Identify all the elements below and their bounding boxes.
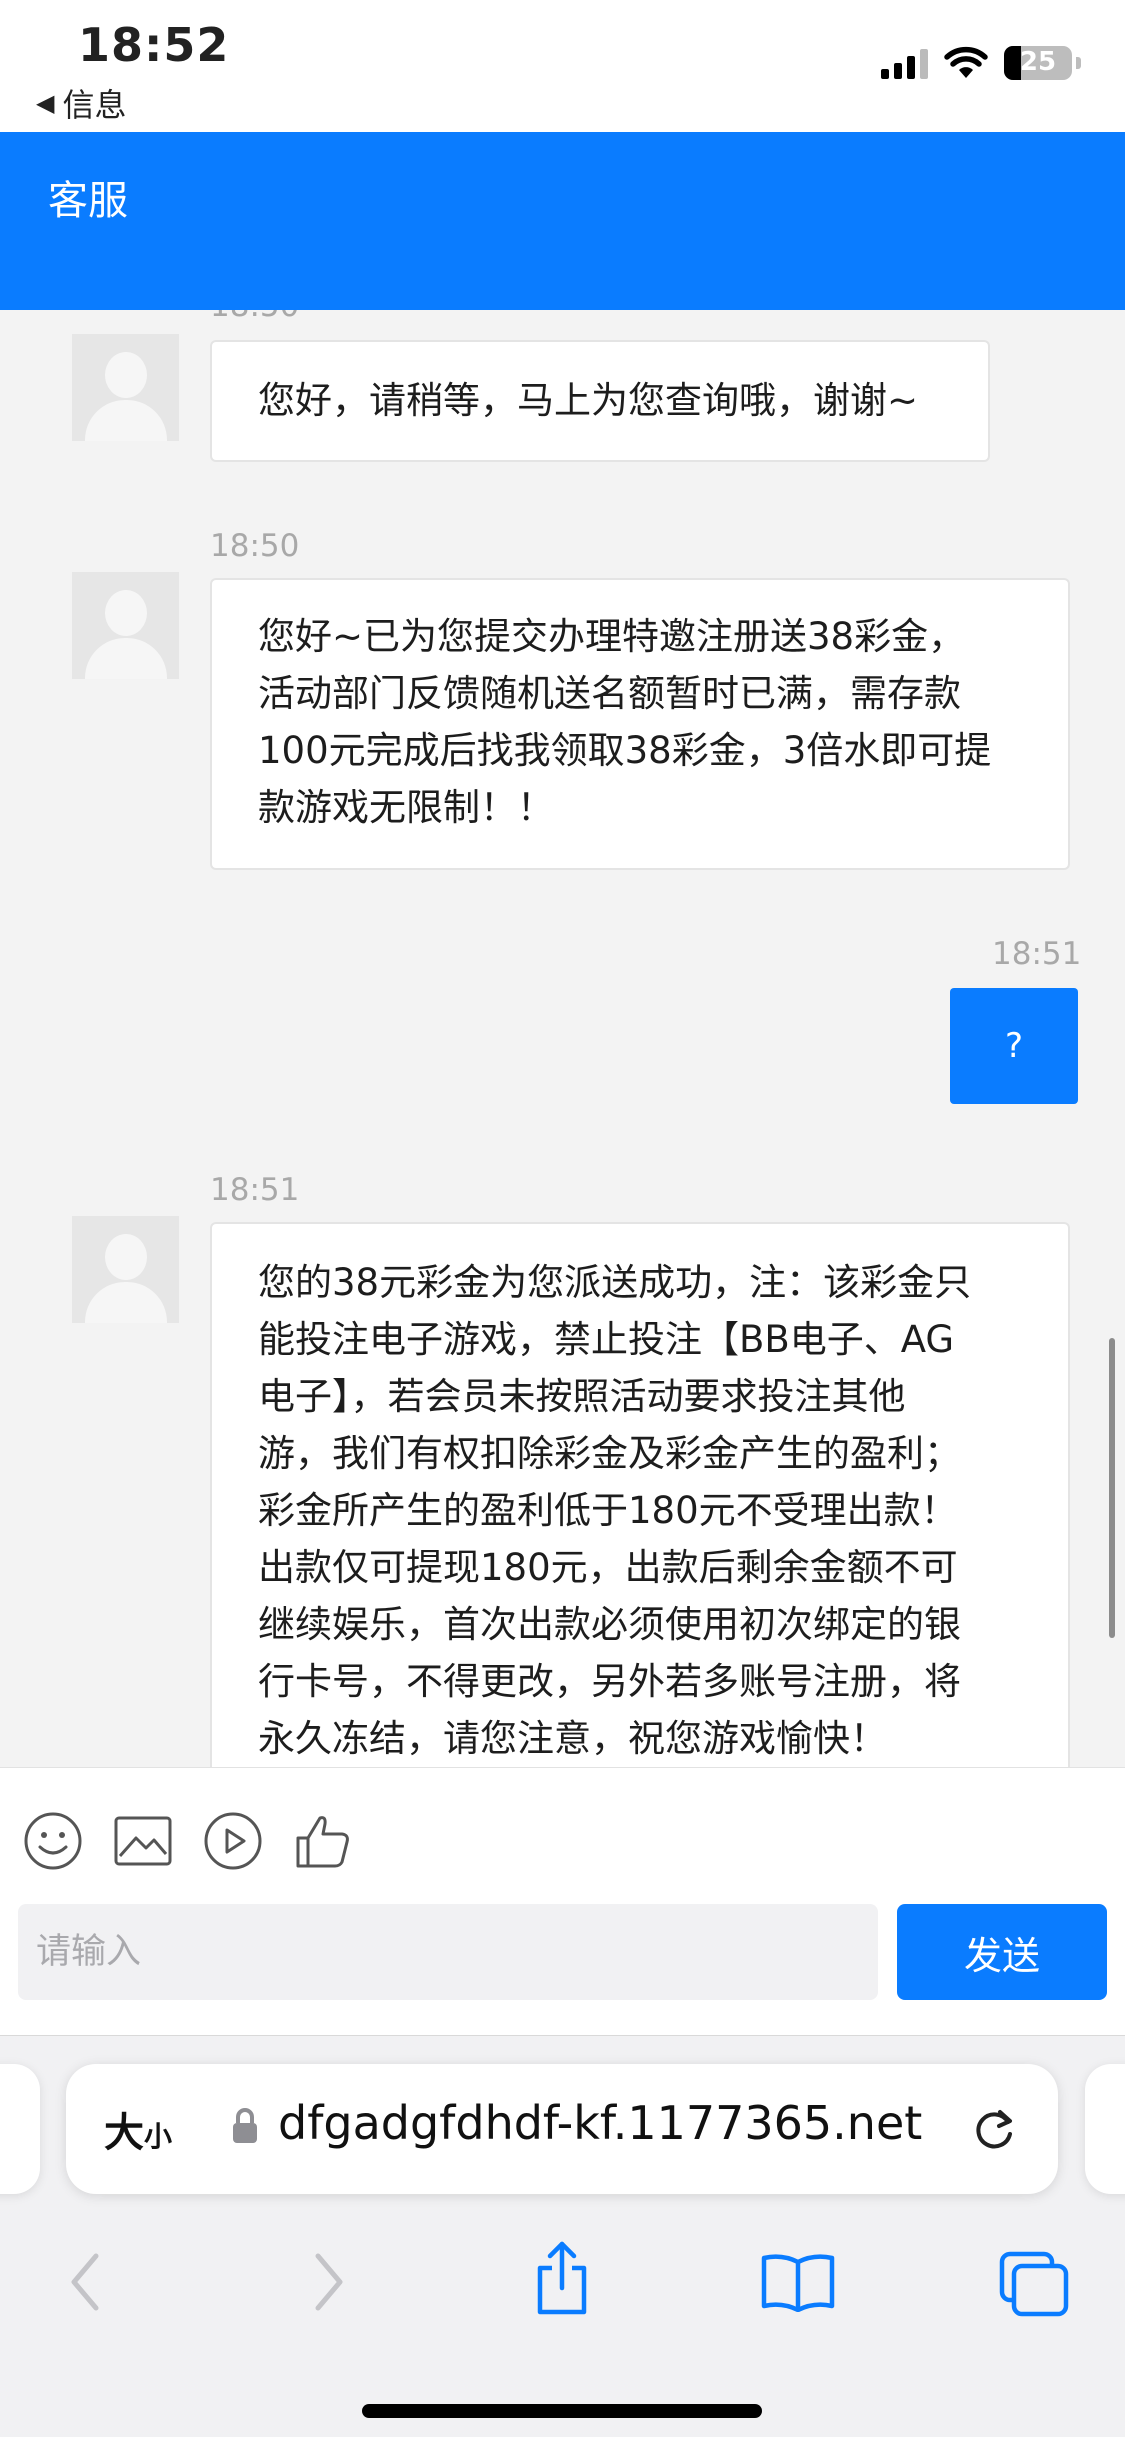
message-line: 款游戏无限制！！	[258, 786, 554, 829]
tabs-icon[interactable]	[998, 2250, 1070, 2318]
thumbs-up-icon[interactable]	[292, 1810, 354, 1872]
home-indicator[interactable]	[362, 2404, 762, 2418]
message-timestamp: 18:50	[210, 310, 299, 324]
message-composer: 发送	[0, 1767, 1125, 2036]
bookmarks-icon[interactable]	[760, 2252, 836, 2312]
browser-toolbar: 大小 dfgadgfdhdf-kf.1177365.net	[0, 2035, 1125, 2437]
agent-message-bubble: 您的38元彩金为您派送成功，注：该彩金只 能投注电子游戏，禁止投注【BB电子、A…	[210, 1222, 1070, 1767]
reload-icon[interactable]	[970, 2104, 1020, 2154]
send-button[interactable]: 发送	[897, 1904, 1107, 2000]
status-bar: 18:52 ◀ 信息 25	[0, 0, 1125, 132]
message-timestamp: 18:50	[210, 528, 300, 564]
message-line: 永久冻结，请您注意，祝您游戏愉快！	[258, 1717, 887, 1760]
back-to-messages-link[interactable]: ◀ 信息	[36, 80, 126, 126]
share-icon[interactable]	[530, 2240, 594, 2316]
address-bar[interactable]: 大小 dfgadgfdhdf-kf.1177365.net	[66, 2064, 1058, 2194]
message-line: 电子】，若会员未按照活动要求投注其他	[258, 1375, 906, 1418]
battery-icon: 25	[1004, 46, 1072, 80]
message-line: 继续娱乐，首次出款必须使用初次绑定的银	[258, 1603, 961, 1646]
cellular-signal-icon	[881, 47, 928, 79]
chat-header: 客服	[0, 132, 1125, 310]
message-text: ?	[1004, 1026, 1024, 1066]
back-arrow-icon[interactable]	[66, 2250, 106, 2314]
agent-message-bubble: 您好，请稍等，马上为您查询哦，谢谢~	[210, 340, 990, 462]
wifi-icon	[944, 46, 988, 78]
next-tab-card[interactable]	[1085, 2064, 1125, 2194]
message-timestamp: 18:51	[210, 1172, 300, 1208]
text-size-button[interactable]: 大小	[104, 2100, 172, 2158]
lock-icon	[233, 2108, 257, 2143]
message-line: 出款仅可提现180元，出款后剩余金额不可	[258, 1546, 958, 1589]
back-label: 信息	[62, 86, 127, 124]
emoji-icon[interactable]	[22, 1810, 84, 1872]
back-triangle-icon: ◀	[36, 89, 55, 117]
agent-message-bubble: 您好~已为您提交办理特邀注册送38彩金， 活动部门反馈随机送名额暂时已满，需存款…	[210, 578, 1070, 870]
text-size-big-label: 大	[104, 2110, 144, 2156]
message-line: 活动部门反馈随机送名额暂时已满，需存款	[258, 672, 961, 715]
browser-nav-bar	[0, 2232, 1125, 2342]
text-size-small-label: 小	[144, 2120, 173, 2153]
user-message-bubble: ?	[950, 988, 1078, 1104]
page-title: 客服	[48, 178, 128, 224]
forward-arrow-icon[interactable]	[308, 2250, 348, 2314]
message-text: 您好，请稍等，马上为您查询哦，谢谢~	[258, 379, 919, 422]
agent-avatar	[72, 334, 179, 441]
image-icon[interactable]	[112, 1810, 174, 1872]
message-timestamp: 18:51	[992, 936, 1082, 972]
battery-cap	[1076, 57, 1081, 69]
agent-avatar	[72, 1216, 179, 1323]
message-line: 行卡号，不得更改，另外若多账号注册，将	[258, 1660, 961, 1703]
message-line: 您的38元彩金为您派送成功，注：该彩金只	[258, 1261, 972, 1304]
previous-tab-card[interactable]	[0, 2064, 40, 2194]
message-line: 100元完成后找我领取38彩金，3倍水即可提	[258, 729, 992, 772]
message-input[interactable]	[18, 1904, 878, 2000]
status-time: 18:52	[78, 18, 230, 72]
message-line: 能投注电子游戏，禁止投注【BB电子、AG	[258, 1318, 955, 1361]
message-line: 彩金所产生的盈利低于180元不受理出款！	[258, 1489, 958, 1532]
chat-scrollbar[interactable]	[1109, 1338, 1115, 1638]
message-line: 游，我们有权扣除彩金及彩金产生的盈利；	[258, 1432, 961, 1475]
agent-avatar	[72, 572, 179, 679]
message-line: 您好~已为您提交办理特邀注册送38彩金，	[258, 615, 966, 658]
url-text: dfgadgfdhdf-kf.1177365.net	[278, 2096, 923, 2150]
battery-level: 25	[1019, 47, 1057, 77]
video-icon[interactable]	[202, 1810, 264, 1872]
status-icons: 25	[881, 46, 1081, 80]
chat-messages[interactable]: 18:50 您好，请稍等，马上为您查询哦，谢谢~ 18:50 您好~已为您提交办…	[0, 310, 1125, 1767]
